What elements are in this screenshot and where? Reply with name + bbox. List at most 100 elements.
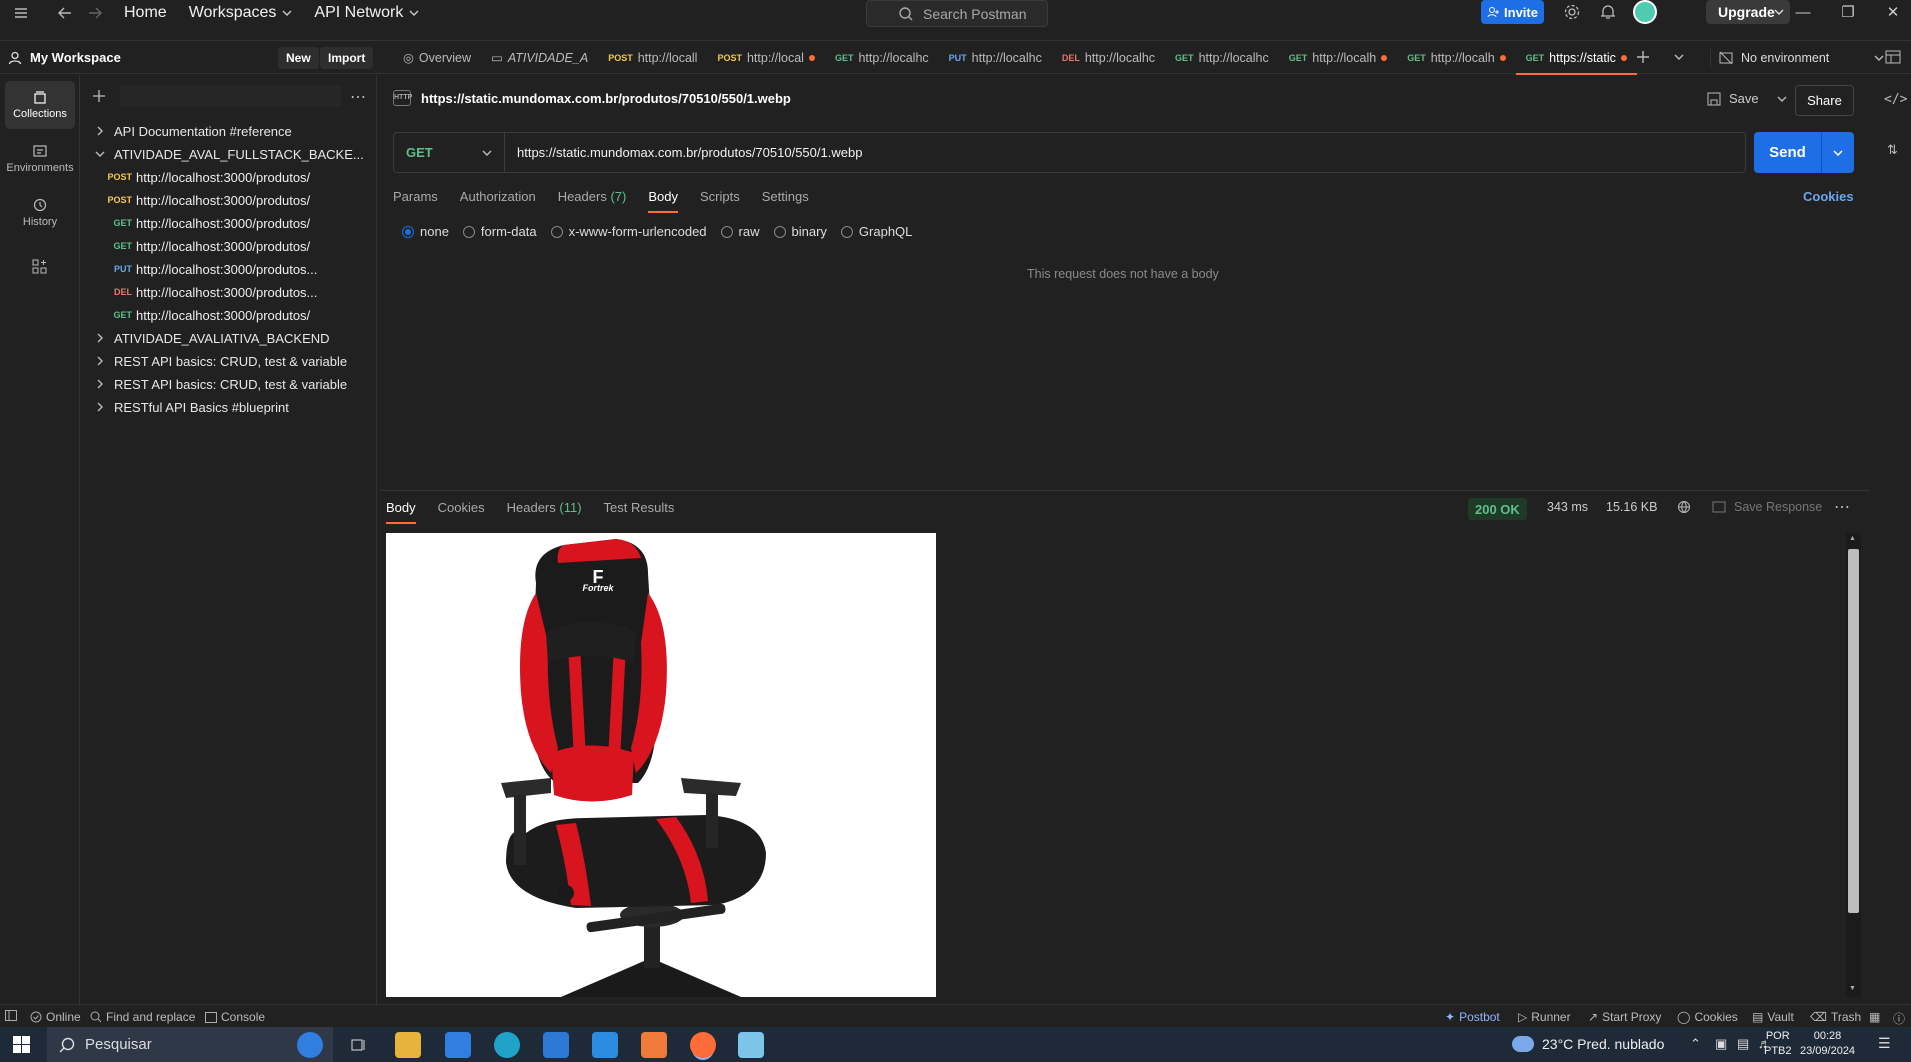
- scrollbar-thumb[interactable]: [1848, 549, 1859, 913]
- request-item[interactable]: DEL http://localhost:3000/produtos...: [102, 280, 317, 304]
- invite-button[interactable]: Invite: [1481, 0, 1544, 24]
- chevron-right-icon[interactable]: [90, 126, 110, 136]
- chevron-right-icon[interactable]: [90, 356, 110, 366]
- radio-circle[interactable]: [462, 225, 475, 238]
- resp-tab-headers[interactable]: Headers (11): [507, 500, 590, 524]
- request-title-label[interactable]: https://static.mundomax.com.br/produtos/…: [421, 91, 791, 106]
- scroll-up-arrow-icon[interactable]: ▲: [1849, 535, 1856, 542]
- runner-button[interactable]: ▷ Runner: [1518, 1010, 1571, 1024]
- request-item[interactable]: POST http://localhost:3000/produtos/: [102, 165, 310, 189]
- weather-widget[interactable]: 23°C Pred. nublado: [1512, 1036, 1664, 1052]
- console-button[interactable]: Console: [205, 1010, 265, 1024]
- tab-headers[interactable]: Headers (7): [558, 189, 635, 213]
- collection-item[interactable]: REST API basics: CRUD, test & variable: [80, 349, 347, 373]
- body-type-form-data[interactable]: form-data: [462, 224, 537, 239]
- body-type-graphql[interactable]: GraphQL: [840, 224, 912, 239]
- resp-tab-cookies[interactable]: Cookies: [438, 500, 493, 524]
- online-status[interactable]: Online: [30, 1010, 81, 1024]
- tab-settings[interactable]: Settings: [762, 189, 817, 213]
- collection-item[interactable]: API Documentation #reference: [80, 119, 292, 143]
- send-options-chevron-icon[interactable]: [1822, 132, 1854, 173]
- response-size[interactable]: 15.16 KB: [1606, 500, 1657, 514]
- notifications-bell-icon[interactable]: [1600, 4, 1616, 20]
- find-replace-button[interactable]: Find and replace: [90, 1010, 195, 1024]
- chevron-right-icon[interactable]: [90, 333, 110, 343]
- hamburger-menu-icon[interactable]: [6, 0, 36, 25]
- vscode-icon[interactable]: [592, 1032, 618, 1058]
- radio-circle[interactable]: [720, 225, 733, 238]
- body-type-x-www-form-urlencoded[interactable]: x-www-form-urlencoded: [550, 224, 707, 239]
- collection-item[interactable]: RESTful API Basics #blueprint: [80, 395, 289, 419]
- trash-button[interactable]: ⌫ Trash: [1810, 1010, 1861, 1024]
- chevron-down-icon[interactable]: [90, 151, 110, 157]
- body-type-raw[interactable]: raw: [720, 224, 760, 239]
- body-type-none[interactable]: none: [402, 224, 449, 239]
- response-more-options-icon[interactable]: ⋯: [1834, 497, 1850, 517]
- url-input[interactable]: [505, 133, 1745, 172]
- request-item[interactable]: PUT http://localhost:3000/produtos...: [102, 257, 317, 281]
- edge-browser-icon[interactable]: [494, 1032, 520, 1058]
- body-type-binary[interactable]: binary: [773, 224, 827, 239]
- response-divider[interactable]: [380, 490, 1870, 491]
- radio-circle[interactable]: [402, 225, 414, 238]
- save-button[interactable]: Save: [1707, 91, 1787, 106]
- add-collection-plus-icon[interactable]: [92, 89, 106, 103]
- tab-params[interactable]: Params: [393, 189, 446, 213]
- collection-item[interactable]: ATIVIDADE_AVAL_FULLSTACK_BACKE...: [80, 142, 364, 166]
- share-button[interactable]: Share: [1795, 85, 1854, 116]
- start-proxy-button[interactable]: ↗ Start Proxy: [1588, 1010, 1661, 1024]
- forward-arrow-icon[interactable]: [80, 0, 110, 25]
- status-badge[interactable]: 200 OK: [1468, 498, 1527, 520]
- request-tab[interactable]: ▭ ATIVIDADE_A: [481, 41, 598, 74]
- notepad-icon[interactable]: [738, 1032, 764, 1058]
- import-button[interactable]: Import: [320, 47, 374, 69]
- code-snippet-icon[interactable]: </>: [1884, 92, 1907, 107]
- tab-authorization[interactable]: Authorization: [460, 189, 544, 213]
- notification-center-icon[interactable]: ☰: [1878, 1035, 1891, 1052]
- network-globe-icon[interactable]: [1677, 500, 1691, 514]
- rail-history[interactable]: History: [5, 189, 75, 237]
- camera-tray-icon[interactable]: ▣: [1715, 1036, 1727, 1052]
- request-item[interactable]: GET http://localhost:3000/produtos/: [102, 211, 310, 235]
- layout-icon[interactable]: ▦: [1869, 1010, 1880, 1024]
- toggle-sidebar-icon[interactable]: [5, 1010, 17, 1021]
- rail-collections[interactable]: Collections: [5, 81, 75, 129]
- help-icon[interactable]: ⓘ: [1893, 1010, 1905, 1027]
- response-scrollbar[interactable]: ▲ ▼: [1846, 533, 1861, 997]
- cookies-link[interactable]: Cookies: [1803, 189, 1854, 204]
- close-window-icon[interactable]: ✕: [1873, 0, 1911, 24]
- request-tab[interactable]: POST http://local: [707, 41, 825, 74]
- request-tab[interactable]: PUT http://localhc: [939, 41, 1052, 74]
- scroll-down-arrow-icon[interactable]: ▼: [1849, 985, 1856, 992]
- radio-circle[interactable]: [550, 225, 563, 238]
- taskbar-search[interactable]: Pesquisar: [47, 1027, 333, 1062]
- tab-scripts[interactable]: Scripts: [700, 189, 748, 213]
- collection-item[interactable]: ATIVIDADE_AVALIATIVA_BACKEND: [80, 326, 330, 350]
- upgrade-button[interactable]: Upgrade: [1706, 0, 1790, 24]
- collection-item[interactable]: REST API basics: CRUD, test & variable: [80, 372, 347, 396]
- workspaces-menu[interactable]: Workspaces: [189, 4, 293, 22]
- request-tab[interactable]: GET http://localhc: [825, 41, 939, 74]
- task-view-icon[interactable]: [346, 1032, 372, 1058]
- postman-taskbar-icon[interactable]: [690, 1032, 716, 1058]
- save-response-button[interactable]: Save Response: [1712, 500, 1822, 514]
- new-tab-plus-icon[interactable]: [1636, 50, 1650, 64]
- resp-tab-test-results[interactable]: Test Results: [604, 500, 683, 524]
- request-tab[interactable]: GET http://localh: [1397, 41, 1515, 74]
- postbot-button[interactable]: ✦ Postbot: [1445, 1010, 1500, 1024]
- back-arrow-icon[interactable]: [50, 0, 80, 25]
- tabs-overflow-chevron-icon[interactable]: [1674, 54, 1684, 60]
- avatar[interactable]: [1633, 0, 1657, 24]
- settings-gear-icon[interactable]: [1564, 4, 1580, 20]
- chevron-right-icon[interactable]: [90, 379, 110, 389]
- windows-start-icon[interactable]: [13, 1036, 30, 1053]
- microsoft-store-icon[interactable]: [445, 1032, 471, 1058]
- request-tab[interactable]: DEL http://localhc: [1052, 41, 1165, 74]
- system-tray-chevron-up-icon[interactable]: ⌃: [1690, 1036, 1701, 1052]
- workspace-title[interactable]: My Workspace: [8, 50, 121, 65]
- request-item[interactable]: GET http://localhost:3000/produtos/: [102, 303, 310, 327]
- restore-window-icon[interactable]: ❐: [1828, 0, 1868, 24]
- related-collections-icon[interactable]: ⇅: [1887, 142, 1898, 158]
- xampp-icon[interactable]: [641, 1032, 667, 1058]
- sidebar-more-options-icon[interactable]: ⋯: [350, 87, 367, 107]
